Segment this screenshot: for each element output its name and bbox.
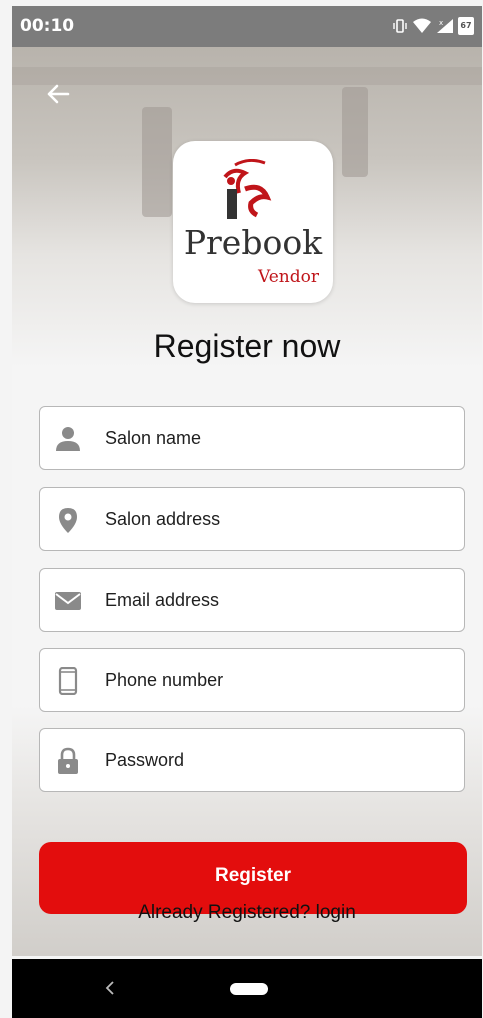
signal-icon: x bbox=[437, 19, 453, 33]
svg-text:x: x bbox=[439, 19, 443, 27]
phone-number-field[interactable] bbox=[39, 648, 465, 712]
login-link[interactable]: Already Registered? login bbox=[12, 902, 482, 924]
ceiling-lamp bbox=[142, 107, 172, 217]
app-logo: Prebook Vendor bbox=[173, 141, 333, 303]
logo-title: Prebook bbox=[183, 223, 323, 262]
status-time: 00:10 bbox=[20, 16, 75, 36]
system-navigation-bar bbox=[12, 959, 482, 1018]
registration-screen: 00:10 x 67 Prebook Vendor Register now S… bbox=[12, 6, 482, 1018]
ceiling-beam bbox=[12, 67, 482, 85]
salon-name-input[interactable] bbox=[105, 407, 445, 469]
salon-chair-logo-icon bbox=[223, 159, 272, 219]
salon-address-field[interactable] bbox=[39, 487, 465, 551]
vibrate-icon bbox=[393, 19, 407, 33]
salon-address-input[interactable] bbox=[105, 488, 445, 550]
status-icons: x 67 bbox=[392, 17, 474, 35]
phone-icon bbox=[58, 667, 78, 695]
battery-icon: 67 bbox=[458, 17, 474, 35]
status-bar: 00:10 x 67 bbox=[12, 6, 482, 47]
nav-back-icon[interactable] bbox=[102, 977, 118, 999]
wifi-icon bbox=[413, 18, 431, 33]
location-pin-icon bbox=[59, 508, 77, 533]
email-address-input[interactable] bbox=[105, 569, 445, 631]
ceiling-lamp bbox=[342, 87, 368, 177]
back-arrow-icon[interactable] bbox=[42, 78, 74, 110]
lock-icon bbox=[58, 747, 78, 774]
person-icon bbox=[56, 427, 80, 451]
logo-subtitle: Vendor bbox=[258, 267, 319, 287]
phone-number-input[interactable] bbox=[105, 649, 445, 711]
email-address-field[interactable] bbox=[39, 568, 465, 632]
page-title: Register now bbox=[153, 328, 341, 364]
salon-name-field[interactable] bbox=[39, 406, 465, 470]
nav-home-pill[interactable] bbox=[230, 983, 268, 995]
password-field[interactable] bbox=[39, 728, 465, 792]
envelope-icon bbox=[55, 592, 81, 610]
password-input[interactable] bbox=[105, 729, 445, 791]
